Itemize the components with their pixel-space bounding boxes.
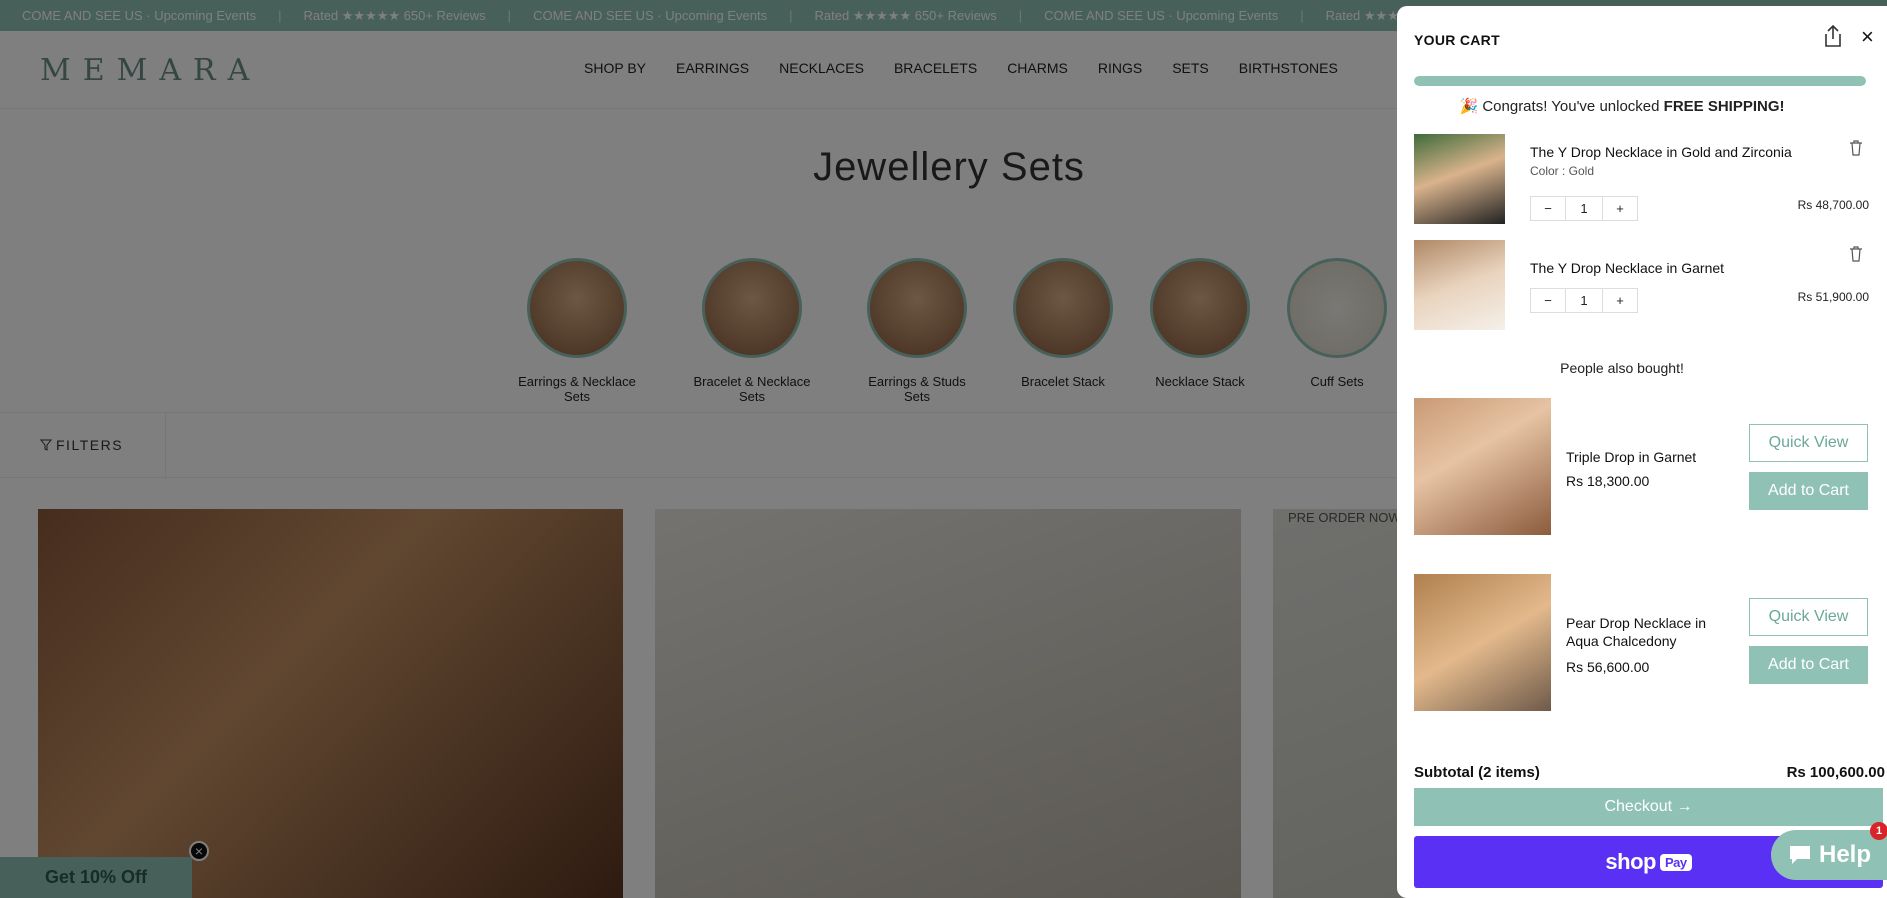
qty-decrease-button[interactable]: −: [1530, 196, 1566, 221]
subtotal-value: Rs 100,600.00: [1786, 764, 1885, 781]
share-icon[interactable]: [1822, 24, 1844, 48]
line-item-image[interactable]: [1414, 240, 1505, 330]
recommendation-price: Rs 18,300.00: [1566, 473, 1650, 489]
quick-view-button[interactable]: Quick View: [1749, 424, 1868, 462]
qty-increase-button[interactable]: +: [1602, 288, 1638, 313]
shop-pay-text: shop: [1605, 849, 1656, 874]
free-shipping-message: 🎉 Congrats! You've unlocked FREE SHIPPIN…: [1397, 97, 1847, 115]
add-to-cart-button[interactable]: Add to Cart: [1749, 472, 1868, 510]
line-item-price: Rs 48,700.00: [1797, 198, 1869, 212]
cart-title: YOUR CART: [1414, 32, 1500, 48]
recommendation-name[interactable]: Triple Drop in Garnet: [1566, 448, 1726, 466]
qty-input[interactable]: 1: [1566, 196, 1602, 221]
line-item-image[interactable]: [1414, 134, 1505, 224]
line-item-name[interactable]: The Y Drop Necklace in Gold and Zirconia: [1530, 144, 1792, 160]
cart-line-item: The Y Drop Necklace in Gold and Zirconia…: [1414, 134, 1869, 226]
shop-pay-badge: Pay: [1659, 853, 1692, 871]
cart-line-item: The Y Drop Necklace in Garnet − 1 + Rs 5…: [1414, 240, 1869, 332]
cart-drawer: YOUR CART × 🎉 Congrats! You've unlocked …: [1397, 6, 1887, 898]
recommendation-item: Pear Drop Necklace in Aqua Chalcedony Rs…: [1414, 574, 1868, 711]
add-to-cart-button[interactable]: Add to Cart: [1749, 646, 1868, 684]
recommendation-item: Triple Drop in Garnet Rs 18,300.00 Quick…: [1414, 398, 1868, 535]
subtotal-label: Subtotal (2 items): [1414, 764, 1540, 781]
congrats-bold: FREE SHIPPING!: [1663, 98, 1785, 115]
line-item-name[interactable]: The Y Drop Necklace in Garnet: [1530, 260, 1724, 276]
chat-icon: [1789, 846, 1810, 864]
line-item-price: Rs 51,900.00: [1797, 290, 1869, 304]
close-icon[interactable]: ×: [1861, 26, 1874, 48]
trash-icon[interactable]: [1849, 246, 1863, 262]
also-bought-title: People also bought!: [1560, 360, 1684, 376]
qty-decrease-button[interactable]: −: [1530, 288, 1566, 313]
recommendation-image[interactable]: [1414, 574, 1551, 711]
free-shipping-progress: [1414, 76, 1866, 86]
progress-fill: [1414, 76, 1866, 86]
quantity-stepper: − 1 +: [1530, 196, 1638, 221]
recommendation-price: Rs 56,600.00: [1566, 659, 1650, 675]
help-label: Help: [1818, 841, 1871, 868]
line-item-variant: Color : Gold: [1530, 164, 1595, 178]
recommendation-name[interactable]: Pear Drop Necklace in Aqua Chalcedony: [1566, 614, 1726, 650]
notification-badge: 1: [1870, 822, 1887, 840]
trash-icon[interactable]: [1849, 140, 1863, 156]
recommendation-image[interactable]: [1414, 398, 1551, 535]
qty-increase-button[interactable]: +: [1602, 196, 1638, 221]
checkout-button[interactable]: Checkout →: [1414, 788, 1883, 826]
quick-view-button[interactable]: Quick View: [1749, 598, 1868, 636]
congrats-text: 🎉 Congrats! You've unlocked: [1459, 98, 1664, 115]
qty-input[interactable]: 1: [1566, 288, 1602, 313]
quantity-stepper: − 1 +: [1530, 288, 1638, 313]
help-chat-button[interactable]: Help: [1771, 830, 1887, 880]
